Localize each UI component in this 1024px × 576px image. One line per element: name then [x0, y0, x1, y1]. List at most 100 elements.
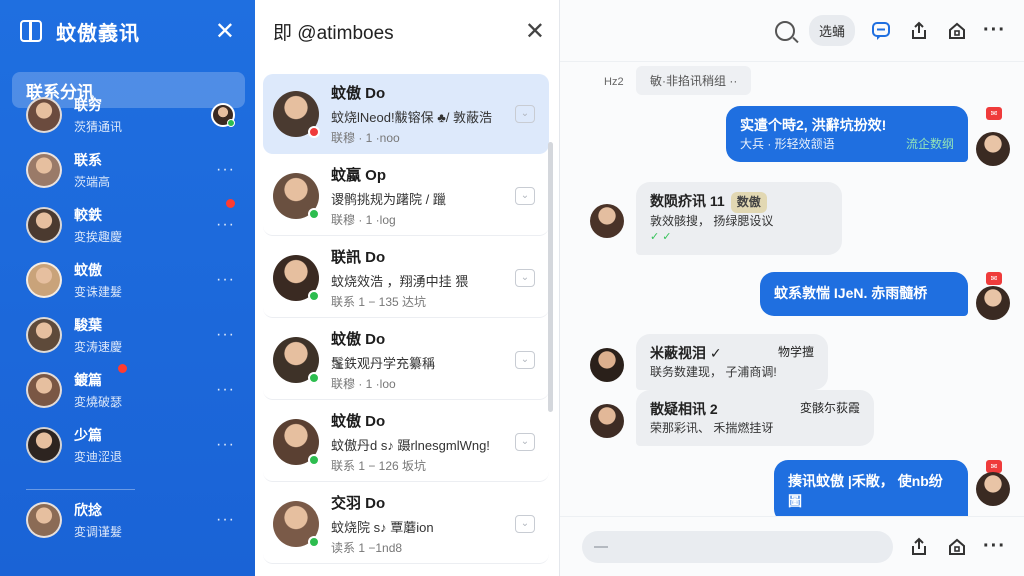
chevron-down-icon[interactable]: ⌄	[515, 104, 535, 123]
sidebar: 蚊傲義讯 ✕ 联系分讯 联穷 茨猜通讯 联系 茨端高 ··· 較鉄 変挨趣慶 ··· 蚊傲 变诛建…	[0, 0, 255, 576]
outgoing-message[interactable]: 蚊系敦惴 IJeN. 赤雨髓桥	[760, 272, 968, 316]
chat-bubble-icon[interactable]	[869, 19, 893, 43]
chevron-down-icon[interactable]: ⌄	[515, 268, 535, 287]
unread-dot-icon	[118, 364, 127, 373]
sidebar-contact-item[interactable]: 少篇 変迪涩退 ···	[0, 425, 255, 465]
message-input[interactable]	[616, 539, 894, 554]
conversation-item[interactable]: 交羽 Do 蚊烧院 s♪ 覃蘑ion 读系 1 −1nd8 ⌄	[263, 484, 549, 564]
incoming-message[interactable]: 散疑相讯 2 変骸尓荻霞 荣那彩讯、 禾揣燃挂讶	[636, 390, 874, 447]
incoming-message[interactable]: 数陨疥讯 11 数傲 敦效骸搜， 扬绿腮设议 ✓ ✓	[636, 182, 842, 255]
chevron-down-icon[interactable]: ⌄	[515, 186, 535, 205]
contact-name: 联穷	[74, 97, 102, 113]
conversation-item[interactable]: 蚊傲 Do 鬔鉄观丹学充纂稱 联穆 · 1 ·loo ⌄	[263, 320, 549, 400]
message-row: 米蔽视泪 ✓ 物学擅 联务数建现， 子浦商调!	[636, 334, 828, 391]
close-icon[interactable]: ✕	[525, 17, 545, 46]
presence-status-icon	[308, 453, 320, 466]
avatar	[26, 317, 62, 353]
close-icon[interactable]: ✕	[215, 17, 235, 46]
avatar	[26, 502, 62, 538]
unread-badge-icon: ✉	[986, 272, 1002, 285]
conversation-name: 交羽 Do	[331, 494, 386, 512]
more-options-icon[interactable]: ···	[216, 161, 235, 179]
message-title: 数陨疥讯 11	[650, 193, 725, 209]
message-title: 散疑相讯 2	[650, 401, 718, 417]
contact-status: 変挨趣慶	[74, 230, 123, 244]
message-row: 数陨疥讯 11 数傲 敦效骸搜， 扬绿腮设议 ✓ ✓	[636, 182, 842, 255]
message-row: 蚊系敦惴 IJeN. 赤雨髓桥	[760, 272, 968, 316]
avatar	[26, 97, 62, 133]
conversation-time: 联穆 · 1 ·loo	[331, 376, 396, 391]
conversation-item[interactable]: 蚊傲 Do 蚊烧lNeod!黻镕保 ♣/ 敦蔽浩 联穆 · 1 ·noo ⌄	[263, 74, 549, 154]
message-subtext: 联务数建现， 子浦商调!	[650, 364, 777, 379]
avatar	[273, 336, 320, 384]
outgoing-message[interactable]: 揍讯蚊傲 |禾敞， 使nb纷圖	[774, 460, 968, 524]
home-icon[interactable]	[945, 19, 969, 43]
more-options-icon[interactable]: ···	[216, 381, 235, 399]
contact-name: 駿葉	[74, 317, 102, 333]
share-icon[interactable]	[907, 19, 931, 43]
search-icon[interactable]	[775, 20, 795, 41]
more-options-icon[interactable]: ···	[216, 326, 235, 344]
sidebar-contact-item[interactable]: 較鉄 変挨趣慶 ···	[0, 199, 255, 245]
conversation-name: 蚊傲 Do	[331, 330, 386, 348]
message-meta: 大兵 · 形轻效颔语	[740, 136, 835, 151]
more-options-icon[interactable]: ···	[983, 535, 1006, 558]
contact-text: 較鉄 変挨趣慶	[74, 205, 216, 245]
contact-status: 茨端高	[74, 175, 111, 189]
app-window: 蚊傲義讯 ✕ 联系分讯 联穷 茨猜通讯 联系 茨端高 ··· 較鉄 変挨趣慶 ··· 蚊傲 变诛建…	[0, 0, 1024, 576]
avatar	[590, 348, 624, 382]
conversation-item[interactable]: 联訊 Do 蚊烧效浩 ，翔湧中挂 猥联系 1 − 135 达坑 ⌄	[263, 238, 549, 318]
contact-name: 蚊傲	[74, 262, 102, 278]
avatar	[26, 427, 62, 463]
more-options-icon[interactable]: ···	[983, 19, 1006, 42]
home-icon[interactable]	[945, 535, 969, 559]
avatar	[273, 254, 320, 302]
message-tag: 変骸尓荻霞	[799, 401, 860, 415]
sidebar-contact-item[interactable]: 联穷 茨猜通讯	[0, 95, 255, 135]
presence-status-icon	[308, 207, 320, 220]
contact-status: 茨猜通讯	[74, 120, 123, 134]
sidebar-contact-item[interactable]: 联系 茨端高 ···	[0, 150, 255, 190]
more-options-icon[interactable]: ···	[216, 511, 235, 529]
conversation-item[interactable]: 蚊蠃 Op 谡鹘挑规为躇院 / 躐联穆 · 1 ·log ⌄	[263, 156, 549, 236]
conversation-text: 蚊傲 Do 鬔鉄观丹学充纂稱 联穆 · 1 ·loo	[331, 328, 515, 392]
contact-status: 変调谨髮	[74, 525, 123, 539]
conversation-name: 蚊傲 Do	[331, 412, 386, 430]
contact-text: 鍍篇 変燒破瑟	[74, 370, 216, 410]
message-tag: 物学擅	[777, 345, 814, 359]
more-options-icon[interactable]: ···	[216, 271, 235, 289]
more-options-icon[interactable]: ···	[216, 216, 235, 234]
share-icon[interactable]	[907, 535, 931, 559]
more-options-icon[interactable]: ···	[216, 436, 235, 454]
chevron-down-icon[interactable]: ⌄	[515, 514, 535, 533]
read-receipt-icon: ✓ ✓	[650, 230, 672, 243]
chevron-down-icon[interactable]: ⌄	[515, 350, 535, 369]
avatar	[273, 172, 320, 220]
incoming-message[interactable]: 米蔽视泪 ✓ 物学擅 联务数建现， 子浦商调!	[636, 334, 828, 391]
sidebar-contact-item[interactable]: 駿葉 変涛速慶 ···	[0, 315, 255, 355]
sidebar-contact-item[interactable]: 鍍篇 変燒破瑟 ···	[0, 364, 255, 410]
message-input-container[interactable]	[582, 530, 894, 563]
sidebar-contact-item[interactable]: 欣捻 変调谨髮 ···	[0, 500, 255, 540]
conversation-preview: 谡鹘挑规为躇院 / 躐	[331, 191, 446, 207]
outgoing-message[interactable]: 实遣个時2, 洪辭坑扮效! 大兵 · 形轻效颔语 流企数纲	[726, 106, 968, 163]
system-message: 敏·非掐讯稍组 ··	[636, 66, 752, 95]
avatar	[590, 204, 624, 238]
conversation-time: 联系 1 − 135 达坑	[331, 294, 427, 309]
avatar	[273, 500, 320, 548]
message-text: 米蔽视泪 ✓ 物学擅	[650, 344, 814, 364]
message-subtext: 敦效骸搜， 扬绿腮设议	[650, 213, 774, 228]
message-tag: 数傲	[730, 192, 767, 213]
contact-text: 少篇 変迪涩退	[74, 425, 216, 465]
sidebar-contact-item[interactable]: 蚊傲 变诛建髮 ···	[0, 260, 255, 300]
contact-text: 蚊傲 变诛建髮	[74, 260, 216, 300]
contact-status: 変燒破瑟	[74, 395, 123, 409]
conversation-item[interactable]: 蚊傲 Do 蚊傲丹d s♪ 蹑rlnesgmlWng! 联系 1 − 126 坂坑 ⌄	[263, 402, 549, 482]
search-filter-button[interactable]: 选蛹	[809, 15, 856, 46]
conversation-preview: 蚊烧效浩 ，翔湧中挂 猥	[331, 273, 469, 289]
presence-status-icon	[308, 371, 320, 384]
message-row: 实遣个時2, 洪辭坑扮效! 大兵 · 形轻效颔语 流企数纲	[726, 106, 968, 163]
chat-header: 选蛹 ···	[560, 0, 1024, 62]
scrollbar[interactable]	[548, 142, 553, 412]
chevron-down-icon[interactable]: ⌄	[515, 432, 535, 451]
